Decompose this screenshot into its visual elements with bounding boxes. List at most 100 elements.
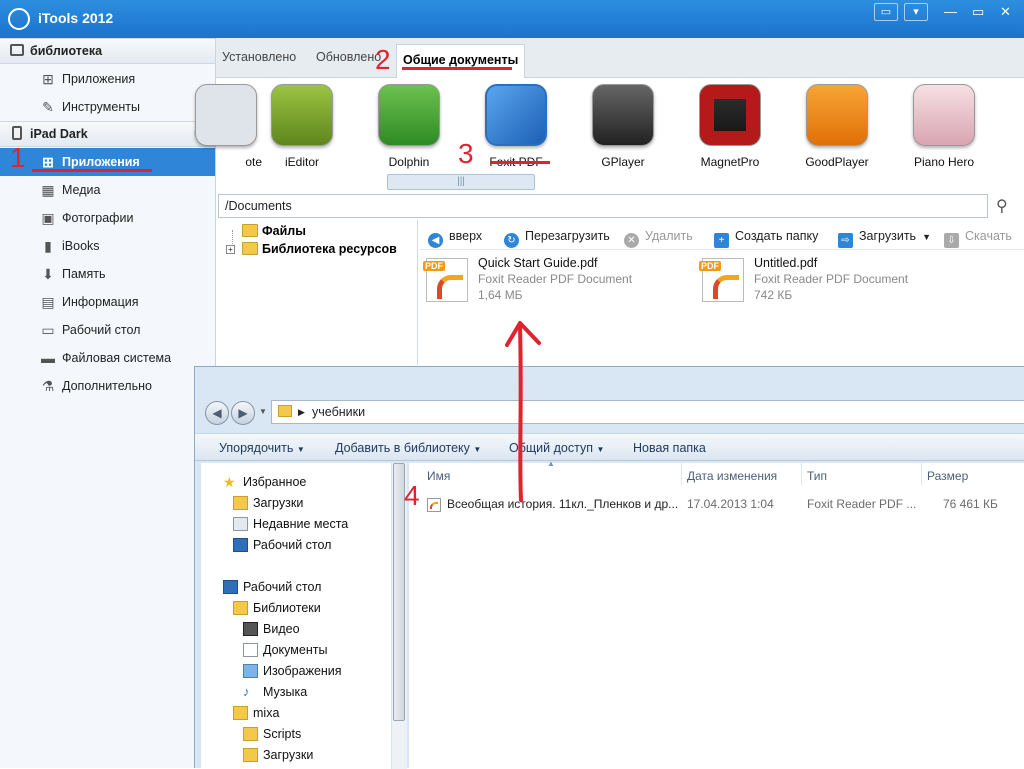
nav-item[interactable]: Загрузки [233,496,303,510]
new-folder-command[interactable]: Новая папка [633,441,706,455]
delete-icon: ✕ [624,233,639,248]
up-button-label: вверх [449,229,483,243]
tab-installed[interactable]: Установлено [222,50,296,64]
library-header[interactable]: библиотека [0,38,215,64]
upload-button[interactable]: ⇨ Загрузить ▼ [838,229,931,248]
drag-arrow-annotation [505,321,541,502]
breadcrumb[interactable]: ▶ учебники [271,400,1024,424]
user-folder-icon [233,706,248,720]
sidebar-item-tools[interactable]: ✎ Инструменты [0,93,215,121]
up-arrow-icon: ◀ [428,233,443,248]
nav-item[interactable]: Рабочий стол [223,580,321,594]
grid-icon: ⊞ [42,154,54,170]
app-tile[interactable]: ote [186,84,266,169]
nav-item[interactable]: Рабочий стол [233,538,331,552]
add-to-library-label: Добавить в библиотеку [335,441,470,455]
column-separator[interactable] [921,463,922,485]
nav-item[interactable]: ★ Избранное [223,475,306,489]
title-bar: iTools 2012 ▭ ▾ — ▭ ✕ [0,0,1024,38]
nav-item[interactable]: Изображения [243,664,342,678]
tree-node-resources[interactable]: Библиотека ресурсов [262,242,397,256]
folder-icon [242,242,258,255]
app-strip-scrollbar[interactable]: ||| [387,174,535,190]
back-arrow-icon[interactable]: ◀ [205,401,229,425]
chevron-down-icon: ▼ [473,445,482,454]
nav-item-label: Документы [263,643,328,657]
breadcrumb-folder[interactable]: учебники [312,405,365,419]
forward-arrow-icon[interactable]: ▶ [231,401,255,425]
explorer-command-bar: Упорядочить ▼ Добавить в библиотеку ▼ Об… [195,433,1024,461]
recent-places-icon [233,517,248,531]
tab-bar: Установлено Обновлено Общие документы [216,38,1024,78]
pdf-file-icon: PDF [423,258,468,302]
sidebar-item-desktop[interactable]: ▭ Рабочий стол [0,316,215,344]
app-tile[interactable]: GoodPlayer [797,84,877,169]
app-tile[interactable]: Piano Hero [904,84,984,169]
app-tile[interactable]: Dolphin [369,84,449,169]
tree-node-files[interactable]: Файлы [262,224,306,238]
column-header-date[interactable]: Дата изменения [687,469,777,483]
sidebar-item-info[interactable]: ▤ Информация [0,288,215,316]
app-tile[interactable]: GPlayer [583,84,663,169]
star-icon: ★ [223,474,236,490]
tab-shared-documents[interactable]: Общие документы [396,44,526,78]
delete-button-label: Удалить [645,229,693,243]
nav-item[interactable]: Scripts [243,727,301,741]
tablet-icon [12,126,22,140]
sidebar-item-storage[interactable]: ⬇ Память [0,260,215,288]
reload-button-label: Перезагрузить [525,229,610,243]
sidebar-item-photos[interactable]: ▣ Фотографии [0,204,215,232]
app-tile[interactable]: iEditor [262,84,342,169]
new-folder-button[interactable]: + Создать папку [714,229,818,248]
app-tile[interactable]: Foxit PDF [476,84,556,169]
column-header-name[interactable]: Имя [427,469,450,483]
flask-icon: ⚗ [41,378,55,394]
column-header-size[interactable]: Размер [927,469,968,483]
add-to-library-button[interactable]: Добавить в библиотеку ▼ [335,441,481,455]
nav-item[interactable]: ♪ Музыка [243,685,307,700]
column-separator[interactable] [801,463,802,485]
column-separator[interactable] [681,463,682,485]
app-strip: ote iEditor Dolphin Foxit PDF GPlayer Ma… [195,78,1024,190]
reload-button[interactable]: ↻ Перезагрузить [504,229,610,248]
sidebar-item-ibooks[interactable]: ▮ iBooks [0,232,215,260]
document-type: Foxit Reader PDF Document [478,272,633,286]
nav-item[interactable]: Документы [243,643,328,657]
nav-item[interactable]: Видео [243,622,300,636]
pdf-file-icon [427,498,441,512]
sidebar-item-advanced[interactable]: ⚗ Дополнительно [0,372,215,400]
expand-icon[interactable]: + [226,245,235,254]
menu-icon[interactable]: ▾ [904,3,928,21]
device-header[interactable]: iPad Dark ▲ [0,121,215,147]
search-icon[interactable]: ⚲ [996,196,1018,216]
nav-item[interactable]: mixa [233,706,279,720]
minimize-button[interactable]: — [944,4,957,19]
sidebar-item-filesystem[interactable]: ▬ Файловая система [0,344,215,372]
app-label: ote [245,155,262,169]
close-button[interactable]: ✕ [1000,4,1011,20]
file-name[interactable]: Всеобщая история. 11кл._Пленков и др... [447,497,678,511]
goodplayer-icon [806,84,868,146]
organize-button[interactable]: Упорядочить ▼ [219,441,305,455]
app-title: iTools 2012 [38,10,114,26]
device-header-label: iPad Dark [30,127,88,141]
sidebar-item-media[interactable]: ▦ Медиа [0,176,215,204]
nav-item[interactable]: Библиотеки [233,601,321,615]
feedback-icon[interactable]: ▭ [874,3,898,21]
magnetpro-icon [699,84,761,146]
tab-updated[interactable]: Обновлено [316,50,381,64]
path-input[interactable]: /Documents [218,194,988,218]
sidebar-item-label: Информация [62,295,139,309]
maximize-button[interactable]: ▭ [972,4,984,20]
nav-item[interactable]: Загрузки [243,748,313,762]
history-dropdown-icon[interactable]: ▼ [259,407,267,416]
download-button[interactable]: ⇩ Скачать [944,229,1012,248]
app-tile[interactable]: MagnetPro [690,84,770,169]
up-button[interactable]: ◀ вверх [428,229,482,248]
nav-item[interactable]: Недавние места [233,517,348,531]
explorer-address-bar: ◀ ▶ ▼ ▶ учебники [201,397,1024,427]
file-toolbar: ◀ вверх ↻ Перезагрузить ✕ Удалить + Создать … [420,224,1024,250]
column-header-type[interactable]: Тип [807,469,827,483]
delete-button[interactable]: ✕ Удалить [624,229,693,248]
sidebar-item-library-apps[interactable]: ⊞ Приложения [0,65,215,93]
